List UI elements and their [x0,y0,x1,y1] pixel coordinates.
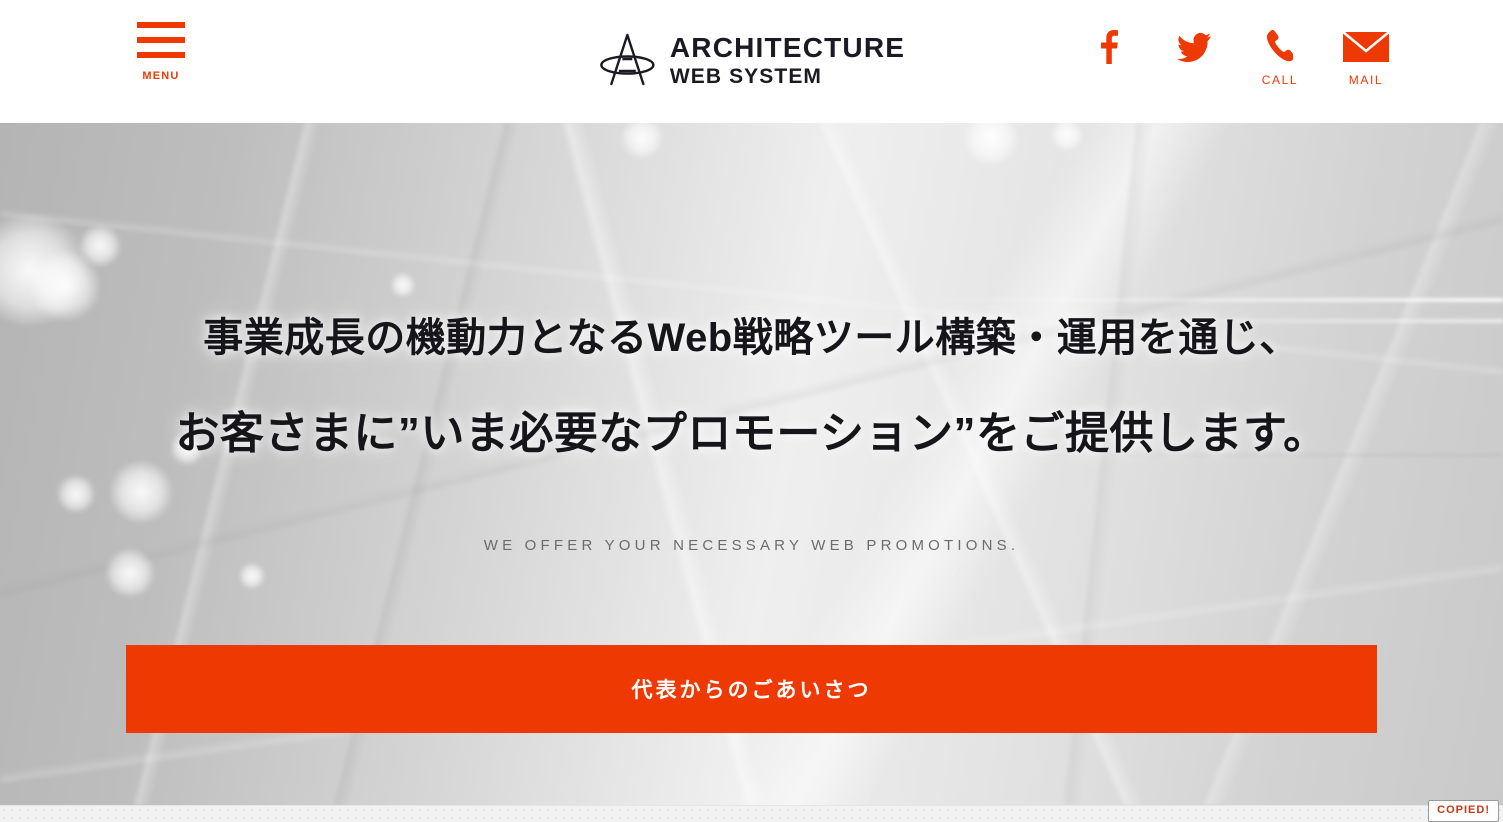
hero-subtitle-english: WE OFFER YOUR NECESSARY WEB PROMOTIONS. [483,537,1020,554]
hero-headline-line-1: 事業成長の機動力となるWeb戦略ツール構築・運用を通じ、 [203,316,1300,360]
twitter-link[interactable] [1169,26,1219,73]
copied-toast: COPIED! [1428,800,1499,822]
facebook-link[interactable] [1083,26,1133,73]
greeting-cta-label: 代表からのごあいさつ [631,679,872,702]
mail-icon [1343,26,1389,68]
bottom-dotted-strip: COPIED! [0,800,1503,822]
greeting-cta-button[interactable]: 代表からのごあいさつ [126,645,1377,733]
logo-line-1: ARCHITECTURE [669,31,906,63]
twitter-icon [1177,26,1211,68]
logo-text: ARCHITECTURE WEB SYSTEM [669,31,906,88]
hamburger-icon [137,22,185,58]
hero-headline-line-2: お客さまに”いま必要なプロモーション”をご提供します。 [175,409,1328,458]
call-label: CALL [1261,73,1299,87]
social-links: CALL MAIL [1083,26,1391,87]
facebook-icon [1097,26,1119,68]
hero-section: 事業成長の機動力となるWeb戦略ツール構築・運用を通じ、 お客さまに”いま必要な… [0,123,1503,805]
logo-line-2: WEB SYSTEM [669,64,823,88]
stylized-a-logo-icon [599,33,655,86]
call-link[interactable]: CALL [1255,26,1305,87]
site-logo[interactable]: ARCHITECTURE WEB SYSTEM [598,32,905,88]
mail-link[interactable]: MAIL [1341,26,1391,87]
phone-icon [1267,26,1293,68]
site-header: MENU ARCHITECTURE WEB SYSTEM CALL MAIL [0,0,1503,123]
mail-label: MAIL [1348,73,1384,87]
menu-button[interactable]: MENU [126,22,196,94]
menu-label: MENU [142,70,180,82]
